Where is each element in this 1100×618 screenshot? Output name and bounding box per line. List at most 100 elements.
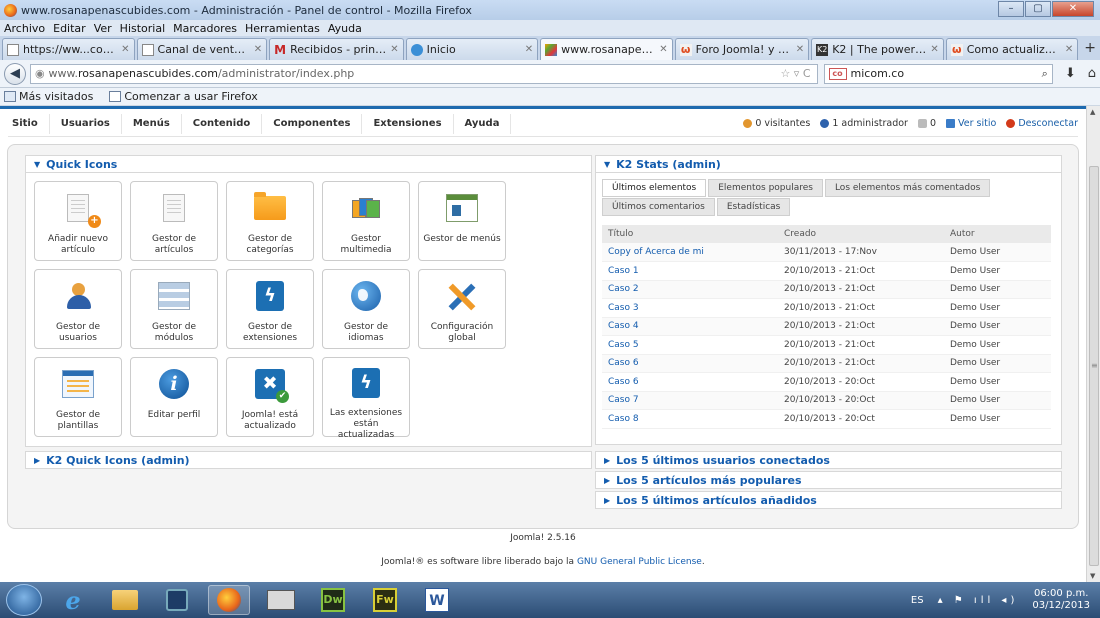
- column-header-title[interactable]: Título: [602, 225, 778, 243]
- accordion-popular-articles[interactable]: ▶ Los 5 artículos más populares: [595, 471, 1062, 489]
- quick-icon-joomla-update[interactable]: ✖ ✔ Joomla! está actualizado: [226, 357, 314, 437]
- close-tab-icon[interactable]: ✕: [930, 44, 938, 55]
- browser-tab[interactable]: https://ww...co/ventas/ ✕: [2, 38, 135, 60]
- quick-icon-module-manager[interactable]: Gestor de módulos: [130, 269, 218, 349]
- new-tab-button[interactable]: +: [1080, 38, 1100, 60]
- quick-icon-global-config[interactable]: Configuración global: [418, 269, 506, 349]
- explorer-icon[interactable]: [104, 585, 146, 615]
- admin-menu-contenido[interactable]: Contenido: [182, 113, 263, 134]
- browser-tab[interactable]: ωComo actualizar los a... ✕: [945, 38, 1079, 60]
- language-indicator[interactable]: ES: [911, 595, 924, 606]
- computer-icon[interactable]: [260, 585, 302, 615]
- bookmark-star-icon[interactable]: ☆ ▿ C: [780, 67, 810, 80]
- quick-icons-header[interactable]: ▼ Quick Icons: [25, 155, 592, 173]
- quick-icon-language-manager[interactable]: Gestor de idiomas: [322, 269, 410, 349]
- item-title-link[interactable]: Caso 6: [608, 377, 639, 387]
- column-header-author[interactable]: Autor: [944, 225, 1051, 243]
- tray-icons[interactable]: ▴ ⚑ ıll ◂): [938, 595, 1019, 606]
- minimize-button[interactable]: –: [998, 1, 1024, 17]
- clock[interactable]: 06:00 p.m. 03/12/2013: [1032, 588, 1090, 612]
- bookmark-getting-started[interactable]: Comenzar a usar Firefox: [109, 90, 266, 103]
- quick-icon-media-manager[interactable]: Gestor multimedia: [322, 181, 410, 261]
- quick-icon-menu-manager[interactable]: Gestor de menús: [418, 181, 506, 261]
- firefox-taskbar-icon[interactable]: [208, 585, 250, 615]
- close-tab-icon[interactable]: ✕: [796, 44, 804, 55]
- messages-status[interactable]: 0: [917, 118, 936, 129]
- word-icon[interactable]: W: [416, 585, 458, 615]
- menu-herramientas[interactable]: Herramientas: [245, 22, 320, 35]
- admin-menu-ayuda[interactable]: Ayuda: [454, 113, 512, 134]
- menu-historial[interactable]: Historial: [120, 22, 165, 35]
- close-tab-icon[interactable]: ✕: [659, 44, 667, 55]
- admin-menu-menus[interactable]: Menús: [122, 113, 182, 134]
- fireworks-icon[interactable]: Fw: [364, 585, 406, 615]
- search-icon[interactable]: ⌕: [1042, 67, 1048, 81]
- tab-popular-items[interactable]: Elementos populares: [708, 179, 823, 197]
- item-title-link[interactable]: Caso 8: [608, 414, 639, 424]
- close-tab-icon[interactable]: ✕: [254, 44, 262, 55]
- browser-tab[interactable]: MRecibidos - printopub...✕: [269, 38, 404, 60]
- quick-icon-extension-manager[interactable]: ϟ Gestor de extensiones: [226, 269, 314, 349]
- browser-tab[interactable]: ωForo Joomla! y Word... ✕: [674, 38, 810, 60]
- logout-label[interactable]: Desconectar: [1018, 118, 1078, 129]
- menu-ayuda[interactable]: Ayuda: [328, 22, 362, 35]
- dreamweaver-icon[interactable]: Dw: [312, 585, 354, 615]
- scroll-up-icon[interactable]: ▲: [1090, 108, 1095, 116]
- close-tab-icon[interactable]: ✕: [1065, 44, 1073, 55]
- view-site-label[interactable]: Ver sitio: [958, 118, 996, 129]
- back-button[interactable]: ◀: [4, 62, 26, 85]
- menu-archivo[interactable]: Archivo: [4, 22, 45, 35]
- page-scrollbar[interactable]: ▲ ≡ ▼: [1086, 106, 1100, 582]
- start-button[interactable]: [6, 584, 42, 616]
- home-icon[interactable]: ⌂: [1088, 66, 1096, 81]
- close-tab-icon[interactable]: ✕: [525, 44, 533, 55]
- quick-icon-add-article[interactable]: + Añadir nuevo artículo: [34, 181, 122, 261]
- search-engine-icon[interactable]: co: [828, 67, 847, 80]
- logout-link[interactable]: Desconectar: [1006, 118, 1078, 129]
- address-bar[interactable]: ◉ www. rosanapenascubides.com/administrat…: [29, 63, 818, 84]
- close-button[interactable]: ✕: [1052, 1, 1094, 17]
- tab-latest-items[interactable]: Últimos elementos: [602, 179, 707, 197]
- download-icon[interactable]: ⬇: [1065, 66, 1076, 81]
- tab-statistics[interactable]: Estadísticas: [716, 198, 791, 216]
- quick-icon-category-manager[interactable]: Gestor de categorías: [226, 181, 314, 261]
- license-link[interactable]: GNU General Public License: [577, 557, 702, 567]
- browser-tab[interactable]: Inicio ✕: [405, 38, 539, 60]
- item-title-link[interactable]: Caso 1: [608, 266, 639, 276]
- admin-menu-sitio[interactable]: Sitio: [8, 113, 50, 134]
- tab-most-commented[interactable]: Los elementos más comentados: [824, 179, 991, 197]
- accordion-latest-users[interactable]: ▶ Los 5 últimos usuarios conectados: [595, 451, 1062, 469]
- item-title-link[interactable]: Caso 3: [608, 303, 639, 313]
- quick-icon-extensions-update[interactable]: ϟ Las extensiones están actualizadas: [322, 357, 410, 440]
- item-title-link[interactable]: Caso 4: [608, 321, 639, 331]
- menu-marcadores[interactable]: Marcadores: [173, 22, 237, 35]
- close-tab-icon[interactable]: ✕: [121, 44, 129, 55]
- view-site-link[interactable]: Ver sitio: [946, 118, 996, 129]
- browser-tab-active[interactable]: www.rosanapenascu...✕: [540, 38, 673, 60]
- k2-stats-header[interactable]: ▼ K2 Stats (admin): [595, 155, 1062, 173]
- maximize-button[interactable]: ▢: [1025, 1, 1051, 17]
- admin-menu-extensiones[interactable]: Extensiones: [362, 113, 454, 134]
- media-player-icon[interactable]: [156, 585, 198, 615]
- k2-quick-icons-header[interactable]: ▶ K2 Quick Icons (admin): [25, 451, 592, 469]
- item-title-link[interactable]: Caso 6: [608, 358, 639, 368]
- browser-tab[interactable]: K2K2 | The powerful con...✕: [811, 38, 944, 60]
- browser-tab[interactable]: Canal de ventas - Mo... ✕: [136, 38, 268, 60]
- quick-icon-article-manager[interactable]: Gestor de artículos: [130, 181, 218, 261]
- item-title-link[interactable]: Caso 5: [608, 340, 639, 350]
- admin-menu-componentes[interactable]: Componentes: [262, 113, 363, 134]
- bookmark-most-visited[interactable]: Más visitados: [4, 90, 101, 103]
- item-title-link[interactable]: Copy of Acerca de mi: [608, 247, 704, 257]
- admin-menu-usuarios[interactable]: Usuarios: [50, 113, 122, 134]
- tab-latest-comments[interactable]: Últimos comentarios: [602, 198, 715, 216]
- menu-editar[interactable]: Editar: [53, 22, 86, 35]
- quick-icon-edit-profile[interactable]: i Editar perfil: [130, 357, 218, 437]
- accordion-latest-articles[interactable]: ▶ Los 5 últimos artículos añadidos: [595, 491, 1062, 509]
- internet-explorer-icon[interactable]: e: [52, 585, 94, 615]
- close-tab-icon[interactable]: ✕: [390, 44, 398, 55]
- quick-icon-template-manager[interactable]: Gestor de plantillas: [34, 357, 122, 437]
- menu-ver[interactable]: Ver: [94, 22, 112, 35]
- scroll-down-icon[interactable]: ▼: [1090, 572, 1095, 580]
- column-header-created[interactable]: Creado: [778, 225, 944, 243]
- quick-icon-user-manager[interactable]: Gestor de usuarios: [34, 269, 122, 349]
